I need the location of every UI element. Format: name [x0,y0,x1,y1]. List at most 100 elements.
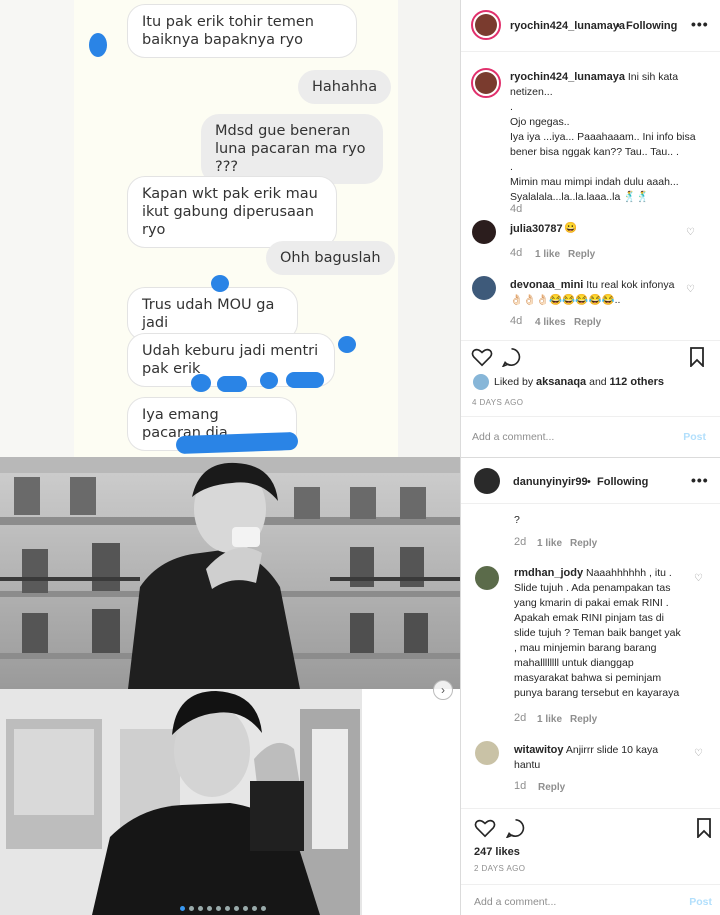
carousel-dot[interactable] [198,906,203,911]
caption-time[interactable]: 4d [510,203,522,215]
caption-line: Iya iya ...iya... Paaahaaam.. Ini info b… [510,131,696,158]
comment-like-heart-icon[interactable]: ♡ [686,228,696,238]
post-actions: 247 likes 2 DAYS AGO [461,808,720,874]
chat-bubble-outgoing: Mdsd gue beneran luna pacaran ma ryo ??? [201,114,383,184]
comment-bubble-icon[interactable] [501,347,522,367]
comment-time[interactable]: 4d [510,247,522,259]
chat-margin [0,0,74,457]
reply-button[interactable]: Reply [568,249,595,260]
caption-line: Syalalala...la..la.laaa..la 🕺🕺 [510,191,650,203]
avatar[interactable] [471,10,501,40]
comment-time[interactable]: 2d [514,712,526,724]
caption-line: Ojo ngegas.. [510,116,570,128]
comment-likes[interactable]: 1 like [537,714,562,725]
comment-avatar[interactable] [475,741,499,765]
likes-count-link[interactable]: 112 others [610,376,664,388]
caption-line: Mimin mau mimpi indah dulu aaah... [510,176,679,188]
post-author[interactable]: ryochin424_lunamaya [510,20,625,32]
comment-avatar[interactable] [475,566,499,590]
carousel-dot[interactable] [180,906,185,911]
comment-like-heart-icon[interactable]: ♡ [686,285,696,295]
heart-icon[interactable] [474,818,496,838]
comment-likes[interactable]: 1 like [535,249,560,260]
comment-likes[interactable]: 1 like [537,538,562,549]
post-actions: Liked by aksanaqa and 112 others 4 DAYS … [461,340,720,416]
carousel-dot[interactable] [234,906,239,911]
add-comment-input[interactable]: Add a comment... [474,896,556,908]
post-comment-button[interactable]: Post [689,896,712,908]
more-options-icon[interactable]: ••• [691,472,709,488]
add-comment-bar: Add a comment... Post [461,416,720,456]
post-comment-button[interactable]: Post [683,431,706,443]
censor-blot [217,376,247,392]
comment-time[interactable]: 2d [514,536,526,548]
caption-avatar[interactable] [471,68,501,98]
more-options-icon[interactable]: ••• [691,16,709,32]
liker-avatar[interactable] [473,374,489,390]
comment-like-heart-icon[interactable]: ♡ [694,574,704,584]
censor-blot [191,374,211,392]
caption-line: . [510,161,513,173]
comment-like-heart-icon[interactable]: ♡ [694,749,704,759]
carousel-next-button[interactable]: › [433,680,453,700]
comment-body: rmdhan_jody Naaahhhhhh , itu . Slide tuj… [514,566,684,701]
bookmark-icon[interactable] [689,347,705,367]
bookmark-icon[interactable] [696,818,712,838]
liker-username[interactable]: aksanaqa [536,376,586,388]
comment-author[interactable]: julia30787 [510,223,563,235]
chat-bubble-outgoing: Hahahha [298,70,392,104]
censor-blot [338,336,356,353]
censor-blot [260,372,278,389]
reply-button[interactable]: Reply [570,538,597,549]
comment-body: devonaa_mini Itu real kok infonya 👌🏻👌🏻👌🏻… [510,278,680,308]
post-header: ryochin424_lunamaya • Following ••• [461,0,720,52]
chat-bubble-incoming: Kapan wkt pak erik mau ikut gabung diper… [127,176,337,248]
post-panel-danunyinyir: danunyinyir99 • Following ••• ? 2d 1 lik… [460,457,720,915]
carousel-dot[interactable] [216,906,221,911]
comment-text: Naaahhhhhh , itu . Slide tujuh . Ada pen… [514,567,681,699]
carousel-dot[interactable] [261,906,266,911]
chat-screenshot-image: Itu pak erik tohir temen baiknya bapakny… [0,0,460,457]
comment-likes[interactable]: 4 likes [535,317,566,328]
censor-blot [89,33,107,57]
comment-author[interactable]: witawitoy [514,744,564,756]
reply-button[interactable]: Reply [574,317,601,328]
comment-time[interactable]: 4d [510,315,522,327]
comment-author[interactable]: rmdhan_jody [514,567,583,579]
reply-button[interactable]: Reply [538,782,565,793]
following-button[interactable]: Following [626,20,677,32]
add-comment-bar: Add a comment... Post [461,884,720,915]
liked-by-and: and [586,376,610,388]
comment-author[interactable]: devonaa_mini [510,279,583,291]
comment-avatar[interactable] [472,276,496,300]
carousel-dots [180,906,266,911]
comment-bubble-icon[interactable] [505,818,526,838]
post-author[interactable]: danunyinyir99 [513,476,588,488]
comment-text: 😀 [564,222,578,234]
post-date[interactable]: 2 DAYS AGO [474,864,525,873]
comment-time[interactable]: 1d [514,780,526,792]
chat-bubble-outgoing: Ohh baguslah [266,241,395,275]
post-header: danunyinyir99 • Following ••• [461,458,720,504]
portrait-photo-train [0,689,460,915]
carousel-dot[interactable] [225,906,230,911]
carousel-dot[interactable] [243,906,248,911]
censor-blot [211,275,229,292]
comment-text: ? [514,514,520,526]
avatar[interactable] [474,468,500,494]
separator-dot: • [587,476,591,488]
caption: ryochin424_lunamaya Ini sih kata netizen… [510,70,706,205]
portrait-photo-building [0,457,460,689]
carousel-dot[interactable] [252,906,257,911]
carousel-dot[interactable] [207,906,212,911]
caption-author[interactable]: ryochin424_lunamaya [510,71,625,83]
caption-line: . [510,101,513,113]
following-button[interactable]: Following [597,476,648,488]
carousel-dot[interactable] [189,906,194,911]
add-comment-input[interactable]: Add a comment... [472,431,554,443]
likes-count[interactable]: 247 likes [474,846,520,858]
post-date[interactable]: 4 DAYS AGO [472,398,523,407]
heart-icon[interactable] [471,347,493,367]
reply-button[interactable]: Reply [570,714,597,725]
comment-avatar[interactable] [472,220,496,244]
